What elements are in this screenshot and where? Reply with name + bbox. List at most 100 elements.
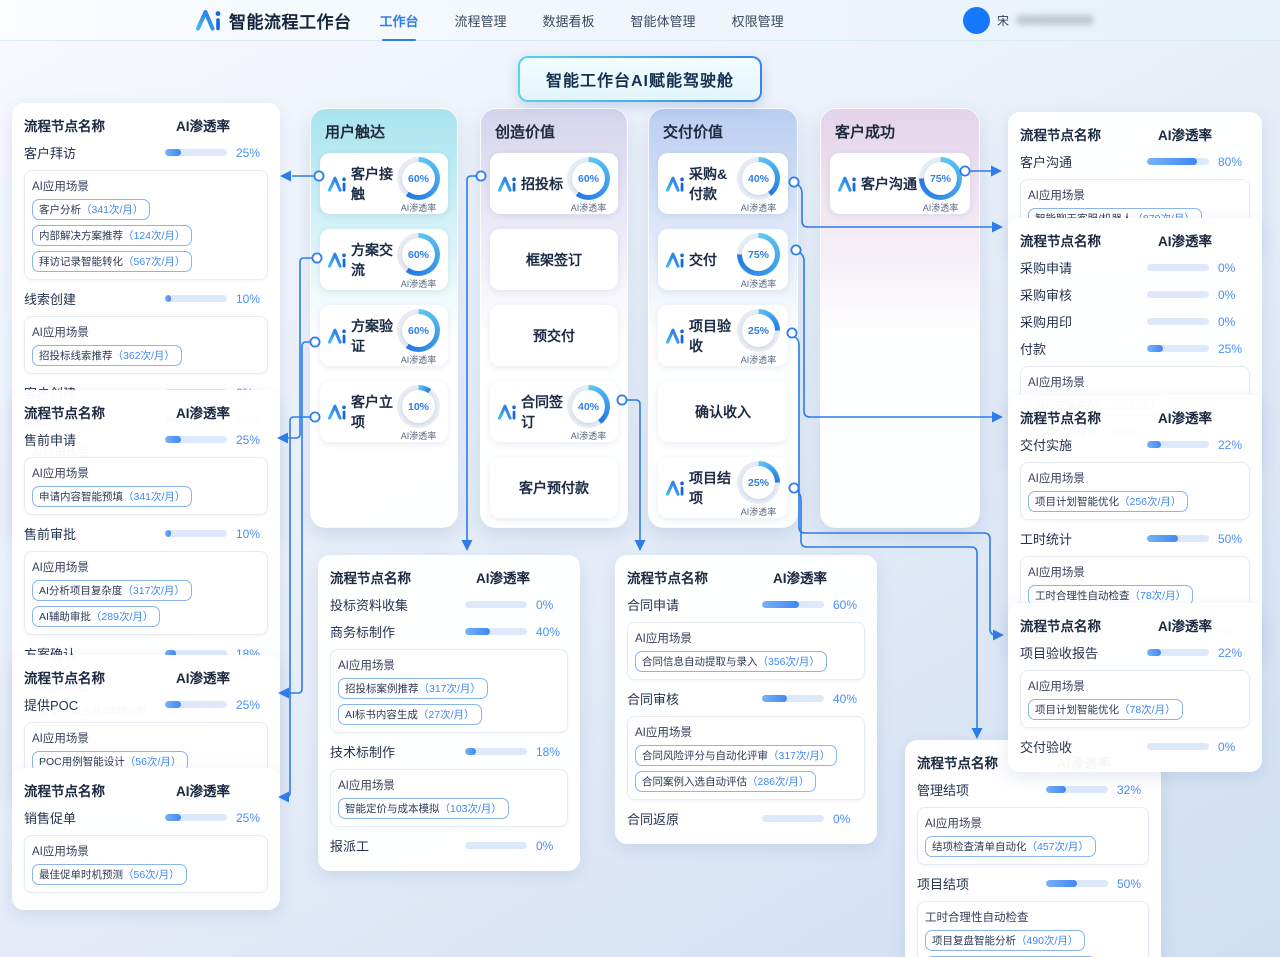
scenario-tag[interactable]: 项目复盘智能分析（490次/月） xyxy=(925,930,1085,951)
rate-bar xyxy=(1147,291,1209,298)
scenario-tag[interactable]: 合同案例入选自动评估（286次/月） xyxy=(635,771,816,792)
scenario-tag[interactable]: 结项检查清单自动化（457次/月） xyxy=(925,836,1096,857)
process-card-项目验收[interactable]: 项目验收25%AI渗透率 xyxy=(658,305,788,366)
process-card-采购&付款[interactable]: 采购&付款40%AI渗透率 xyxy=(658,153,788,214)
scenario-tag[interactable]: 拜访记录智能转化（567次/月） xyxy=(32,251,192,272)
penetration-gauge: 10%AI渗透率 xyxy=(397,381,440,442)
scenario-tag[interactable]: 项目计划智能优化（78次/月） xyxy=(1028,699,1183,720)
process-node-row: 合同申请60% xyxy=(627,595,865,614)
main-nav: 工作台流程管理数据看板智能体管理权限管理 xyxy=(378,0,786,41)
scenario-tag[interactable]: 招投标线索推荐（362次/月） xyxy=(32,345,182,366)
rate-bar xyxy=(1147,158,1209,165)
rate-value: 25% xyxy=(236,433,268,447)
scenario-tag[interactable]: 合同风险评分与自动化评审（317次/月） xyxy=(635,745,837,766)
ai-scenario-box: AI应用场景智能定价与成本模拟（103次/月） xyxy=(330,769,568,827)
process-node-row: 项目验收报告22% xyxy=(1020,643,1250,662)
scenario-tag[interactable]: 智能定价与成本模拟（103次/月） xyxy=(338,798,509,819)
rate-bar xyxy=(1147,264,1209,271)
scenario-tag[interactable]: 内部解决方案推荐（124次/月） xyxy=(32,225,192,246)
rate-bar-fill xyxy=(465,748,476,755)
process-card-方案交流[interactable]: 方案交流60%AI渗透率 xyxy=(320,229,448,290)
ai-scenario-label: AI应用场景 xyxy=(925,815,1141,831)
rate-value: 25% xyxy=(1218,342,1250,356)
panel-header: 流程节点名称AI渗透率 xyxy=(24,115,268,135)
process-node-row: 线索创建10% xyxy=(24,289,268,308)
process-node-row: 投标资料收集0% xyxy=(330,595,568,614)
scenario-tag[interactable]: 最佳促单时机预测（56次/月） xyxy=(32,864,187,885)
avatar[interactable] xyxy=(963,7,990,34)
nav-item-流程管理[interactable]: 流程管理 xyxy=(453,0,509,41)
process-card-预交付[interactable]: 预交付 xyxy=(490,305,618,366)
rate-value: 25% xyxy=(236,811,268,825)
ai-logo-icon xyxy=(666,252,685,268)
page-title: 智能工作台AI赋能驾驶舱 xyxy=(546,73,734,90)
rate-value: 40% xyxy=(536,625,568,639)
rate-bar xyxy=(1046,786,1108,793)
process-card-方案验证[interactable]: 方案验证60%AI渗透率 xyxy=(320,305,448,366)
process-card-name: 招投标 xyxy=(498,174,563,194)
scenario-tags: 申请内容智能预填（341次/月） xyxy=(32,486,260,507)
process-node-row: 工时统计50% xyxy=(1020,529,1250,548)
scenario-tag-metric: （317次/月） xyxy=(768,750,830,762)
process-card-客户立项[interactable]: 客户立项10%AI渗透率 xyxy=(320,381,448,442)
process-card-确认收入[interactable]: 确认收入 xyxy=(658,381,788,442)
scenario-tag[interactable]: 项目计划智能优化（256次/月） xyxy=(1028,491,1188,512)
rate-column-header: AI渗透率 xyxy=(176,115,230,135)
scenario-tag[interactable]: 客户分析（341次/月） xyxy=(32,199,150,220)
process-card-交付[interactable]: 交付75%AI渗透率 xyxy=(658,229,788,290)
process-node-row: 项目结项50% xyxy=(917,874,1149,893)
ai-scenario-label: AI应用场景 xyxy=(32,178,260,194)
process-node-row: 客户拜访25% xyxy=(24,143,268,162)
process-card-客户沟通[interactable]: 客户沟通75%AI渗透率 xyxy=(830,153,970,214)
scenario-tag-metric: （567次/月） xyxy=(123,256,185,268)
donut-caption: AI渗透率 xyxy=(741,505,777,518)
scenario-tags: 结项检查清单自动化（457次/月） xyxy=(925,836,1141,857)
node-name: 采购审核 xyxy=(1020,285,1147,304)
process-card-项目结项[interactable]: 项目结项25%AI渗透率 xyxy=(658,457,788,518)
nav-item-权限管理[interactable]: 权限管理 xyxy=(730,0,786,41)
scenario-tag[interactable]: 招投标案例推荐（317次/月） xyxy=(338,678,488,699)
process-card-客户预付款[interactable]: 客户预付款 xyxy=(490,457,618,518)
ai-logo-icon xyxy=(666,176,685,192)
process-node-row: 销售促单25% xyxy=(24,808,268,827)
stage-column-cards: 客户接触60%AI渗透率方案交流60%AI渗透率方案验证60%AI渗透率客户立项… xyxy=(311,153,457,442)
process-card-框架签订[interactable]: 框架签订 xyxy=(490,229,618,290)
scenario-tag-name: 招投标案例推荐 xyxy=(345,683,419,695)
nav-item-工作台[interactable]: 工作台 xyxy=(378,0,421,41)
scenario-tag-metric: （317次/月） xyxy=(419,683,481,695)
scenario-tag[interactable]: AI分析项目复杂度（317次/月） xyxy=(32,580,192,601)
process-card-招投标[interactable]: 招投标60%AI渗透率 xyxy=(490,153,618,214)
process-card-客户接触[interactable]: 客户接触60%AI渗透率 xyxy=(320,153,448,214)
ai-logo-icon xyxy=(328,176,347,192)
rate-value: 0% xyxy=(536,598,568,612)
rate-value: 10% xyxy=(236,527,268,541)
donut-chart: 10% xyxy=(397,385,440,428)
panel-header: 流程节点名称AI渗透率 xyxy=(24,780,268,800)
scenario-tags: 项目计划智能优化（78次/月） xyxy=(1028,699,1242,720)
stage-column-客户成功: 客户成功客户沟通75%AI渗透率 xyxy=(820,108,980,528)
scenario-tag[interactable]: AI辅助审批（289次/月） xyxy=(32,606,160,627)
scenario-tag[interactable]: 合同信息自动提取与录入（356次/月） xyxy=(635,651,827,672)
stage-column-交付价值: 交付价值采购&付款40%AI渗透率交付75%AI渗透率项目验收25%AI渗透率确… xyxy=(648,108,798,528)
ai-scenario-label: AI应用场景 xyxy=(635,630,857,646)
app-title: 智能流程工作台 xyxy=(229,8,352,33)
rate-bar-fill xyxy=(762,601,799,608)
user-area[interactable]: 宋 xyxy=(963,7,1094,34)
rate-bar xyxy=(1147,345,1209,352)
stage-column-title: 创造价值 xyxy=(481,109,627,153)
process-card-合同签订[interactable]: 合同签订40%AI渗透率 xyxy=(490,381,618,442)
rate-bar xyxy=(762,695,824,702)
node-name-column-header: 流程节点名称 xyxy=(627,567,773,587)
scenario-tag-name: AI标书内容生成 xyxy=(345,709,418,721)
node-name: 交付验收 xyxy=(1020,737,1147,756)
process-node-row: 报派工0% xyxy=(330,836,568,855)
nav-item-数据看板[interactable]: 数据看板 xyxy=(541,0,597,41)
detail-panel-B2: 流程节点名称AI渗透率合同申请60%AI应用场景合同信息自动提取与录入（356次… xyxy=(615,555,877,844)
scenario-tag[interactable]: 申请内容智能预填（341次/月） xyxy=(32,486,192,507)
user-name-blurred xyxy=(1016,15,1094,25)
ai-scenario-box: 工时合理性自动检查项目复盘智能分析（490次/月）知识自动提炼与归档（490次/… xyxy=(917,901,1149,957)
nav-item-智能体管理[interactable]: 智能体管理 xyxy=(629,0,698,41)
scenario-tag-name: 项目复盘智能分析 xyxy=(932,935,1016,947)
scenario-tag-metric: （56次/月） xyxy=(123,869,180,881)
scenario-tag[interactable]: AI标书内容生成（27次/月） xyxy=(338,704,482,725)
